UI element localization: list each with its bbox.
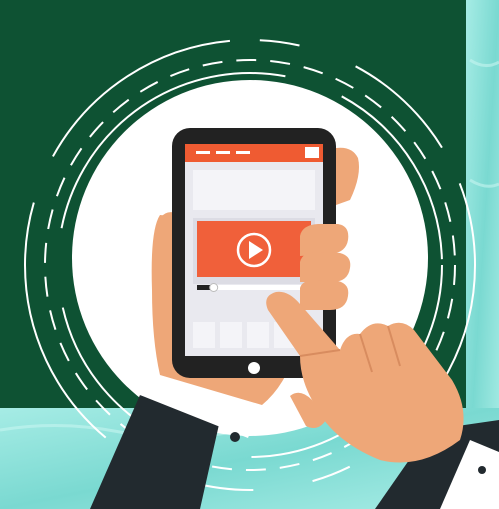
thumbnail[interactable] [220, 322, 242, 348]
illustration [0, 0, 499, 509]
thumbnail[interactable] [193, 322, 215, 348]
cufflink-icon [478, 466, 486, 474]
finger [300, 252, 351, 282]
progress-knob[interactable] [209, 283, 219, 292]
cufflink-icon [230, 432, 240, 442]
content-block [193, 170, 315, 210]
scene-svg [0, 0, 499, 509]
nav-link[interactable] [196, 151, 210, 154]
menu-button[interactable] [305, 147, 319, 158]
nav-link[interactable] [236, 151, 250, 154]
progress-fill [197, 285, 211, 290]
thumbnail[interactable] [247, 322, 269, 348]
finger [300, 280, 349, 310]
nav-link[interactable] [216, 151, 230, 154]
home-button-icon[interactable] [248, 362, 260, 374]
